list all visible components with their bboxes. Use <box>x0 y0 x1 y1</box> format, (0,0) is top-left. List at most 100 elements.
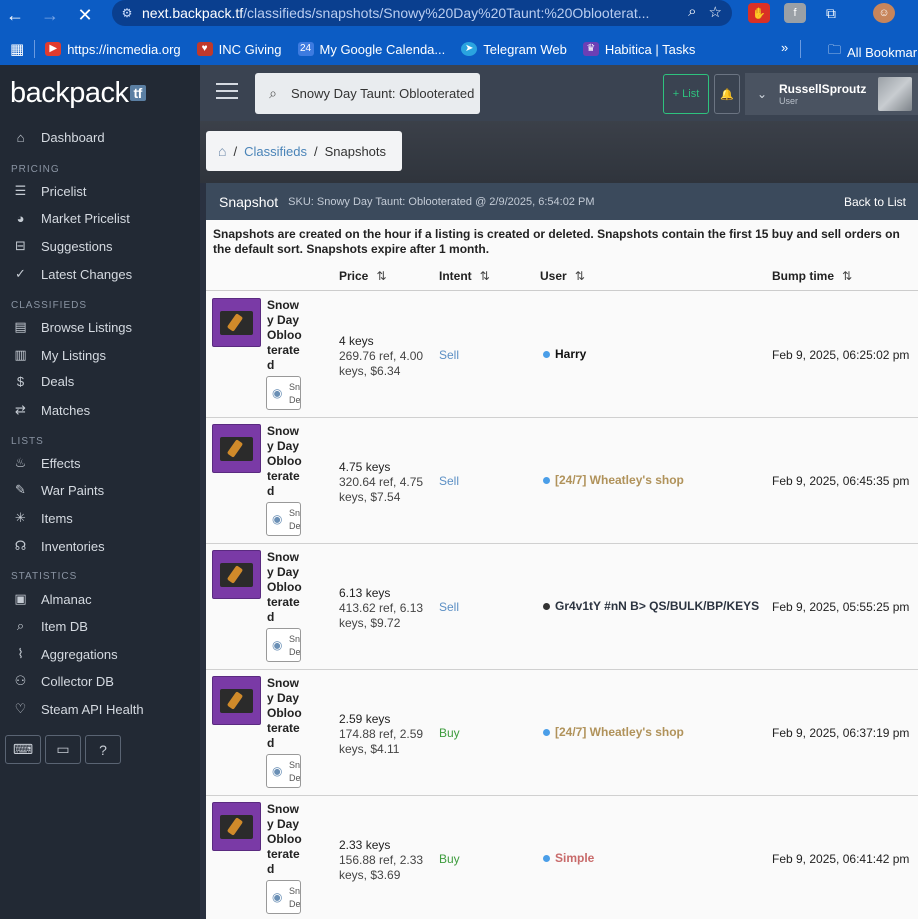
bell-icon[interactable]: 🔔 <box>714 74 740 114</box>
page-title: Snapshot <box>219 193 279 210</box>
bookmarks-bar: ▦ ▶ https://incmedia.org ♥ INC Giving 24 My… <box>0 33 918 65</box>
preview-text: Sn De <box>289 886 301 909</box>
item-name[interactable]: Snowy Day Oblooterated <box>267 298 303 373</box>
sidebar-item-latest-changes[interactable]: ✓ Latest Changes <box>12 266 132 282</box>
sidebar-item-browse-listings[interactable]: ▤ Browse Listings <box>12 319 132 335</box>
sidebar-item-matches[interactable]: ⇄ Matches <box>12 402 90 418</box>
sidebar-item-almanac[interactable]: ▣ Almanac <box>12 591 91 607</box>
sidebar-item-effects[interactable]: ♨ Effects <box>12 455 81 471</box>
app-topbar: ⌕ Snowy Day Taunt: Oblooterated + List 🔔… <box>200 65 918 121</box>
sidebar-item-label: Market Pricelist <box>41 211 130 226</box>
sort-icon: ⇅ <box>479 269 490 283</box>
bookmark-label: My Google Calenda... <box>319 41 446 57</box>
sidebar-item-collector-db[interactable]: ⚇ Collector DB <box>12 673 114 689</box>
all-bookmarks-label: All Bookmark <box>847 44 918 60</box>
stop-loading-icon[interactable]: ✕ <box>70 0 100 30</box>
extension-stop-icon[interactable]: ✋ <box>748 3 770 23</box>
user-link[interactable]: Gr4v1tY #nN B> QS/BULK/BP/KEYS <box>543 599 759 613</box>
zoom-icon[interactable]: ⌕ <box>688 3 696 21</box>
sidebar-item-market-pricelist[interactable]: ◕ Market Pricelist <box>12 211 130 226</box>
item-name[interactable]: Snowy Day Oblooterated <box>267 424 303 499</box>
brush-icon: ✎ <box>15 482 26 497</box>
all-bookmarks[interactable]: 🗀 All Bookmark <box>828 41 918 63</box>
item-preview[interactable]: ◉ Sn De <box>266 376 301 410</box>
bump-time: Feb 9, 2025, 06:37:19 pm <box>772 726 910 740</box>
keyboard-icon[interactable]: ⌨ <box>5 735 41 764</box>
sidebar-item-pricelist[interactable]: ☰ Pricelist <box>12 183 87 199</box>
more-bookmarks-icon[interactable]: » <box>781 40 788 55</box>
bookmark-inc-giving[interactable]: ♥ INC Giving <box>196 42 282 57</box>
item-image[interactable] <box>212 298 261 347</box>
sidebar-item-label: Item DB <box>41 618 88 634</box>
intent-badge: Sell <box>439 348 460 362</box>
sidebar-item-item-db[interactable]: ⌕ Item DB <box>12 618 88 634</box>
table-row: Snowy Day Oblooterated ◉ Sn De 2.33 keys 1… <box>206 796 918 919</box>
apps-grid-icon[interactable]: ▦ <box>10 40 24 58</box>
eye-icon: ◉ <box>272 512 283 526</box>
monitor-icon[interactable]: ▭ <box>45 735 81 764</box>
menu-icon[interactable] <box>216 83 238 104</box>
profile-avatar-icon[interactable]: ☺ <box>873 3 895 23</box>
item-preview[interactable]: ◉ Sn De <box>266 502 301 536</box>
item-name[interactable]: Snowy Day Oblooterated <box>267 550 303 625</box>
sidebar-item-inventories[interactable]: ☊ Inventories <box>12 538 105 554</box>
intent-badge: Buy <box>439 852 460 866</box>
user-link[interactable]: Simple <box>543 851 594 865</box>
sidebar-item-war-paints[interactable]: ✎ War Paints <box>12 482 104 498</box>
bookmark-star-icon[interactable]: ☆ <box>709 3 722 21</box>
sidebar-item-deals[interactable]: $ Deals <box>12 374 74 389</box>
bookmark-google-calendar[interactable]: 24 My Google Calenda... <box>297 41 446 57</box>
forward-arrow-icon[interactable]: → <box>35 0 65 30</box>
new-listing-button[interactable]: + List <box>663 74 709 114</box>
sidebar-item-items[interactable]: ✳ Items <box>12 510 73 526</box>
price-sub: 320.64 ref, 4.75 keys, $7.54 <box>339 475 424 504</box>
sidebar-item-suggestions[interactable]: ⊟ Suggestions <box>12 238 113 254</box>
back-to-list-link[interactable]: Back to List <box>844 195 906 209</box>
backpack-logo[interactable]: backpack tf <box>10 77 146 110</box>
help-icon[interactable]: ? <box>85 735 121 764</box>
home-icon[interactable]: ⌂ <box>218 143 226 159</box>
bookmark-incmedia[interactable]: ▶ https://incmedia.org <box>45 42 181 57</box>
back-arrow-icon[interactable]: ← <box>0 0 30 30</box>
check-icon: ✓ <box>15 266 26 281</box>
breadcrumb-classifieds[interactable]: Classifieds <box>244 144 307 159</box>
sidebar-item-dashboard[interactable]: ⌂ Dashboard <box>12 130 105 145</box>
item-image[interactable] <box>212 424 261 473</box>
sidebar-item-my-listings[interactable]: ▥ My Listings <box>12 347 106 363</box>
bookmark-habitica[interactable]: ♛ Habitica | Tasks <box>582 42 695 57</box>
sidebar-item-label: Aggregations <box>41 646 118 662</box>
item-image[interactable] <box>212 802 261 851</box>
extension-f-icon[interactable]: f <box>784 3 806 23</box>
table-row: Snowy Day Oblooterated ◉ Sn De 2.59 keys 1… <box>206 670 918 796</box>
item-name[interactable]: Snowy Day Oblooterated <box>267 676 303 751</box>
column-price[interactable]: Price ⇅ <box>339 269 386 283</box>
table-row: Snowy Day Oblooterated ◉ Sn De 4.75 keys 3… <box>206 418 918 544</box>
item-preview[interactable]: ◉ Sn De <box>266 754 301 788</box>
site-info-icon[interactable]: ⚙ <box>112 6 142 20</box>
list-icon: ☰ <box>14 183 27 198</box>
price-main: 2.33 keys <box>339 838 391 852</box>
extensions-puzzle-icon[interactable]: ⧉ <box>820 3 842 23</box>
address-bar[interactable]: ⚙ next.backpack.tf/classifieds/snapshots… <box>112 0 732 26</box>
intent-badge: Sell <box>439 600 460 614</box>
search-input[interactable]: ⌕ Snowy Day Taunt: Oblooterated <box>255 73 480 114</box>
item-image[interactable] <box>212 676 261 725</box>
item-image[interactable] <box>212 550 261 599</box>
sidebar-item-steam-api-health[interactable]: ♡ Steam API Health <box>12 701 144 717</box>
item-name[interactable]: Snowy Day Oblooterated <box>267 802 303 877</box>
user-link[interactable]: Harry <box>543 347 586 361</box>
column-user[interactable]: User ⇅ <box>540 269 585 283</box>
user-link[interactable]: [24/7] Wheatley's shop <box>543 725 684 739</box>
user-menu[interactable]: ⌄ RussellSproutz User <box>745 73 918 115</box>
sidebar-item-aggregations[interactable]: ⌇ Aggregations <box>12 646 118 662</box>
eye-icon: ◉ <box>272 764 283 778</box>
column-bump-time[interactable]: Bump time ⇅ <box>772 269 852 283</box>
listing-icon: ▥ <box>14 347 27 362</box>
flame-icon: ♨ <box>14 455 27 470</box>
item-preview[interactable]: ◉ Sn De <box>266 880 301 914</box>
bookmark-telegram[interactable]: ➤ Telegram Web <box>461 42 567 57</box>
item-preview[interactable]: ◉ Sn De <box>266 628 301 662</box>
column-intent[interactable]: Intent ⇅ <box>439 269 490 283</box>
user-link[interactable]: [24/7] Wheatley's shop <box>543 473 684 487</box>
inbox-icon: ⊟ <box>15 238 26 253</box>
